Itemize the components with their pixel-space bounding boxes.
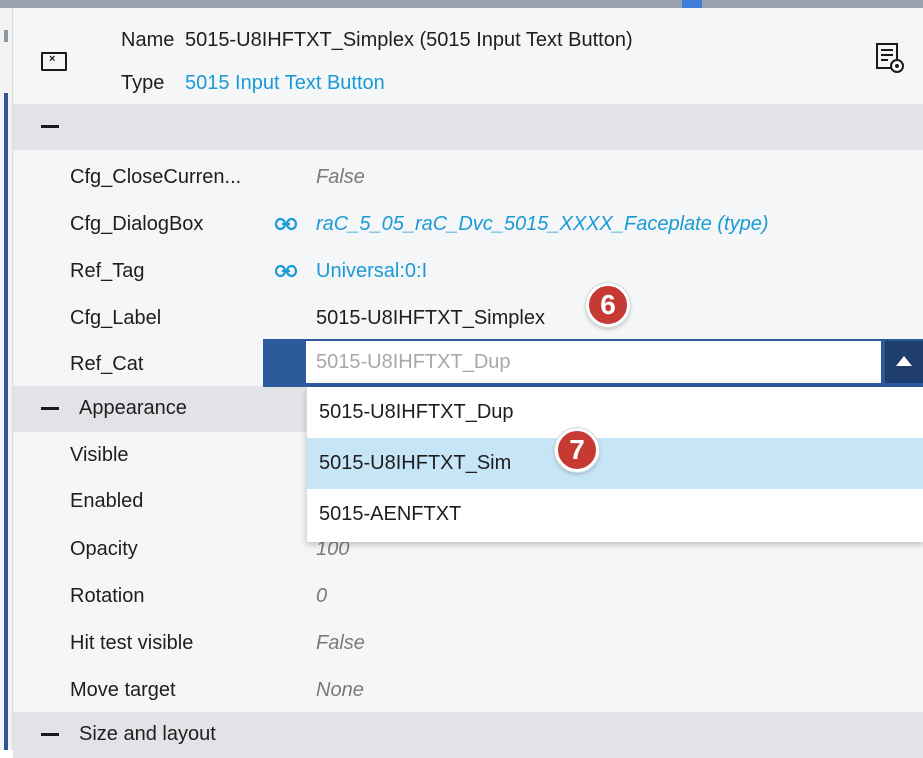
section-header-size-layout[interactable]: Size and layout — [13, 712, 923, 758]
property-label: Cfg_DialogBox — [70, 213, 204, 235]
property-value[interactable]: False — [316, 166, 365, 189]
property-value-link[interactable]: Universal:0:I — [316, 260, 427, 283]
dropdown-option-label: 5015-U8IHFTXT_Dup — [319, 401, 514, 423]
property-row: Cfg_CloseCurren... False — [13, 154, 923, 202]
ref-cat-current-value: 5015-U8IHFTXT_Dup — [316, 351, 511, 373]
property-value-link[interactable]: raC_5_05_raC_Dvc_5015_XXXX_Faceplate (ty… — [316, 213, 769, 236]
property-label: Hit test visible — [70, 632, 194, 654]
property-value[interactable]: 5015-U8IHFTXT_Simplex — [316, 307, 545, 330]
dropdown-option-label: 5015-U8IHFTXT_Sim — [319, 452, 512, 474]
property-row: Hit test visible False — [13, 620, 923, 668]
property-value[interactable]: False — [316, 632, 365, 655]
section-title: Appearance — [79, 397, 187, 419]
dropdown-option[interactable]: 5015-AENFTXT — [307, 489, 923, 540]
property-row: Move target None — [13, 667, 923, 715]
collapse-icon[interactable] — [41, 733, 59, 736]
link-icon[interactable] — [275, 264, 297, 278]
property-label: Enabled — [70, 490, 144, 512]
dropdown-toggle-button[interactable] — [885, 341, 923, 383]
property-label: Opacity — [70, 538, 138, 560]
left-edge-scrollbar[interactable] — [4, 93, 8, 750]
ref-cat-combobox[interactable]: 5015-U8IHFTXT_Dup — [263, 339, 923, 387]
properties-settings-icon[interactable] — [875, 42, 905, 74]
dropdown-option[interactable]: 5015-U8IHFTXT_Dup — [307, 387, 923, 438]
link-icon[interactable] — [275, 217, 297, 231]
property-label: Cfg_CloseCurren... — [70, 166, 242, 188]
top-border-accent — [682, 0, 702, 8]
property-row: Cfg_DialogBox raC_5_05_raC_Dvc_5015_XXXX… — [13, 201, 923, 249]
properties-panel: × Name 5015-U8IHFTXT_Simplex (5015 Input… — [13, 8, 923, 758]
property-label: Move target — [70, 679, 176, 701]
left-edge-panel — [0, 8, 13, 750]
property-label: Cfg_Label — [70, 307, 162, 329]
property-label: Ref_Cat — [70, 353, 144, 375]
property-value[interactable]: 0 — [316, 585, 327, 608]
collapse-icon[interactable] — [41, 125, 59, 128]
property-row: Ref_Tag Universal:0:I — [13, 248, 923, 296]
name-value: 5015-U8IHFTXT_Simplex (5015 Input Text B… — [185, 29, 633, 51]
ref-cat-dropdown-list: 5015-U8IHFTXT_Dup 5015-U8IHFTXT_Sim 5015… — [306, 387, 923, 542]
property-row: Cfg_Label 5015-U8IHFTXT_Simplex — [13, 295, 923, 343]
dropdown-option-highlighted[interactable]: 5015-U8IHFTXT_Sim — [307, 438, 923, 489]
step-callout-7: 7 — [555, 428, 599, 472]
property-row: Rotation 0 — [13, 573, 923, 621]
section-title: Size and layout — [79, 723, 216, 745]
property-label: Visible — [70, 444, 129, 466]
collapse-icon[interactable] — [41, 407, 59, 410]
property-label: Rotation — [70, 585, 145, 607]
top-border — [0, 0, 923, 8]
type-label: Type — [121, 72, 165, 94]
property-value[interactable]: None — [316, 679, 364, 702]
type-value-link[interactable]: 5015 Input Text Button — [185, 72, 385, 95]
chevron-up-icon — [896, 356, 912, 366]
dropdown-option-label: 5015-AENFTXT — [319, 503, 462, 525]
property-label: Ref_Tag — [70, 260, 145, 282]
window-close-icon: × — [41, 52, 67, 71]
step-callout-6: 6 — [586, 283, 630, 327]
name-label: Name — [121, 29, 175, 51]
left-edge-marker — [4, 30, 8, 42]
section-header-main[interactable] — [13, 104, 923, 150]
ref-cat-input[interactable]: 5015-U8IHFTXT_Dup — [306, 341, 881, 383]
properties-header: × Name 5015-U8IHFTXT_Simplex (5015 Input… — [13, 8, 923, 104]
